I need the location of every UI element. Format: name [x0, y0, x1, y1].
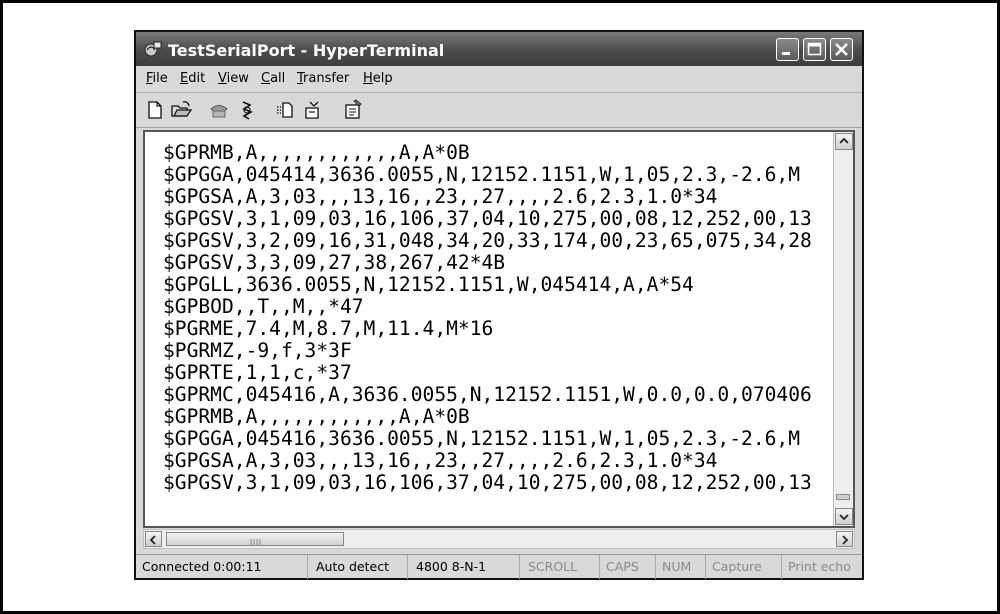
scroll-right-button[interactable] — [836, 531, 853, 547]
chevron-right-icon — [842, 535, 849, 545]
status-detect: Auto detect — [308, 555, 408, 579]
terminal-line: $GPGSA,A,3,03,,,13,16,,23,,27,,,,2.6,2.3… — [163, 449, 718, 472]
maximize-button[interactable] — [803, 38, 826, 61]
terminal-line: $GPGSV,3,1,09,03,16,106,37,04,10,275,00,… — [163, 207, 812, 230]
scroll-up-button[interactable] — [835, 133, 853, 150]
terminal-line: $PGRMZ,-9,f,3*3F — [163, 339, 352, 362]
vertical-scroll-thumb[interactable] — [836, 494, 850, 500]
horizontal-scrollbar[interactable] — [143, 529, 855, 549]
toolbar — [136, 92, 862, 128]
terminal-line: $GPRMB,A,,,,,,,,,,,,A,A*0B — [163, 405, 470, 428]
terminal-line: $GPGSV,3,3,09,27,38,267,42*4B — [163, 251, 506, 274]
terminal-line: $GPGGA,045416,3636.0055,N,12152.1151,W,1… — [163, 427, 801, 450]
hyperterminal-icon — [144, 41, 162, 57]
status-scroll: SCROLL — [520, 555, 600, 579]
terminal-line: $GPGSA,A,3,03,,,13,16,,23,,27,,,,2.6,2.3… — [163, 185, 718, 208]
title-bar[interactable]: TestSerialPort - HyperTerminal — [136, 32, 862, 66]
terminal-line: $PGRME,7.4,M,8.7,M,11.4,M*16 — [163, 317, 494, 340]
menu-file[interactable]: File — [146, 71, 168, 86]
minimize-button[interactable] — [776, 38, 799, 61]
menu-help[interactable]: Help — [363, 71, 393, 86]
terminal-line: $GPGLL,3636.0055,N,12152.1151,W,045414,A… — [163, 273, 694, 296]
status-capture: Capture — [706, 555, 782, 579]
menu-bar: File Edit View Call Transfer Help — [136, 68, 862, 90]
grip-icon — [250, 539, 261, 545]
close-button[interactable] — [830, 38, 853, 61]
open-folder-icon[interactable] — [170, 99, 192, 121]
properties-icon[interactable] — [342, 99, 364, 121]
status-connected: Connected 0:00:11 — [136, 555, 308, 579]
maximize-icon — [807, 42, 822, 56]
window-title: TestSerialPort - HyperTerminal — [168, 41, 445, 60]
new-document-icon[interactable] — [144, 99, 166, 121]
vertical-scrollbar[interactable] — [833, 132, 853, 526]
chevron-up-icon — [839, 137, 849, 144]
scroll-down-button[interactable] — [835, 508, 853, 525]
hyperterminal-window: TestSerialPort - HyperTerminal File Edit… — [134, 30, 864, 580]
terminal-line: $GPBOD,,T,,M,,*47 — [163, 295, 364, 318]
terminal-line: $GPGSV,3,2,09,16,31,048,34,20,33,174,00,… — [163, 229, 812, 252]
terminal-line: $GPRTE,1,1,c,*37 — [163, 361, 352, 384]
terminal-line: $GPRMC,045416,A,3636.0055,N,12152.1151,W… — [163, 383, 812, 406]
menu-transfer[interactable]: Transfer — [297, 71, 349, 86]
status-port-settings: 4800 8-N-1 — [408, 555, 520, 579]
minimize-icon — [782, 52, 790, 55]
status-print-echo: Print echo — [788, 559, 851, 574]
chevron-left-icon — [149, 535, 156, 545]
terminal-line: $GPGGA,045414,3636.0055,N,12152.1151,W,1… — [163, 163, 801, 186]
status-caps: CAPS — [600, 555, 656, 579]
send-file-icon[interactable] — [274, 99, 296, 121]
terminal-line: $GPGSV,3,1,09,03,16,106,37,04,10,275,00,… — [163, 471, 812, 494]
terminal-area[interactable]: $GPRMB,A,,,,,,,,,,,,A,A*0B $GPGGA,045414,… — [143, 130, 855, 528]
terminal-line: $GPRMB,A,,,,,,,,,,,,A,A*0B — [163, 142, 470, 164]
phone-dial-icon[interactable] — [208, 99, 230, 121]
status-bar: Connected 0:00:11 Auto detect 4800 8-N-1… — [136, 554, 862, 579]
menu-call[interactable]: Call — [261, 71, 285, 86]
chevron-down-icon — [839, 514, 849, 521]
close-icon — [835, 43, 848, 56]
receive-file-icon[interactable] — [302, 99, 324, 121]
scroll-left-button[interactable] — [145, 531, 162, 547]
disconnect-icon[interactable] — [236, 99, 258, 121]
menu-edit[interactable]: Edit — [180, 71, 205, 86]
horizontal-scroll-thumb[interactable] — [166, 532, 344, 546]
status-num: NUM — [656, 555, 706, 579]
menu-view[interactable]: View — [218, 71, 249, 86]
terminal-output: $GPRMB,A,,,,,,,,,,,,A,A*0B $GPGGA,045414,… — [163, 142, 831, 526]
